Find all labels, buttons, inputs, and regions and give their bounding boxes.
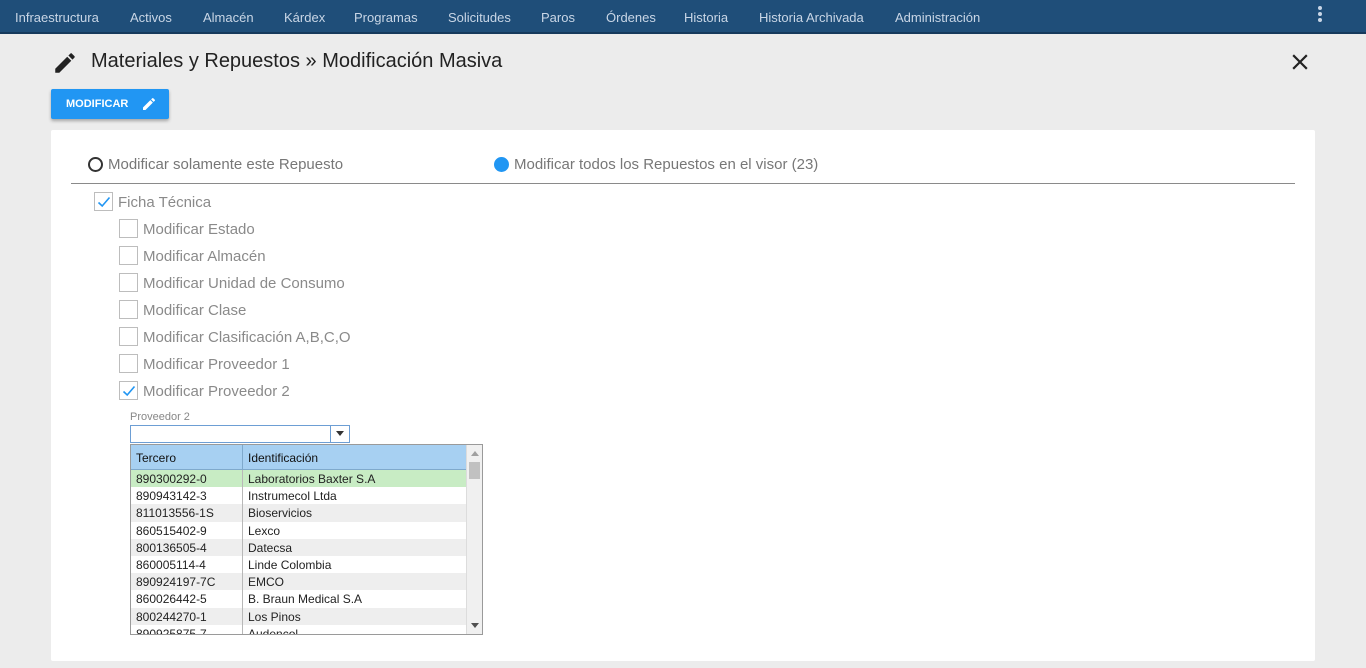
radio-modify-single-label: Modificar solamente este Repuesto [108,156,344,173]
cell-identificacion: B. Braun Medical S.A [248,592,363,607]
page-title: Materiales y Repuestos » Modificación Ma… [91,50,503,72]
checkbox-unchecked-icon [119,300,138,319]
nav-item-kardex[interactable]: Kárdex [284,0,325,34]
cell-tercero: 890943142-3 [136,489,207,504]
grid-row[interactable]: 860005114-4 Linde Colombia [131,555,466,574]
checkbox-unchecked-icon [119,246,138,265]
edit-pencil-icon [52,50,78,76]
radio-modify-all-label: Modificar todos los Repuestos en el viso… [514,156,819,173]
caret-down-icon [336,431,344,436]
checkbox-unchecked-icon [119,327,138,346]
nav-item-infraestructura[interactable]: Infraestructura [15,0,99,34]
checkbox-unchecked-icon [119,354,138,373]
close-icon[interactable] [1287,49,1313,75]
nav-item-ordenes[interactable]: Órdenes [606,0,656,34]
top-nav: Infraestructura Activos Almacén Kárdex P… [0,0,1366,34]
nav-item-solicitudes[interactable]: Solicitudes [448,0,511,34]
grid-row[interactable]: 860026442-5 B. Braun Medical S.A [131,590,466,608]
grid-row[interactable]: 890925875-7 Audencol [131,624,466,635]
dropdown-toggle[interactable] [330,426,349,442]
grid-rows: 890300292-0 Laboratorios Baxter S.A 89094… [131,470,466,635]
cell-tercero: 860515402-9 [136,523,207,538]
checkbox-checked-icon [119,381,138,400]
checkbox-label: Modificar Almacén [143,248,266,265]
grid-row[interactable]: 860515402-9 Lexco [131,521,466,539]
grid-row[interactable]: 890300292-0 Laboratorios Baxter S.A [131,470,466,488]
proveedor-2-input[interactable] [131,426,329,442]
radio-checked-icon [494,157,509,172]
cell-identificacion: EMCO [248,575,284,590]
cell-identificacion: Instrumecol Ltda [248,489,337,504]
cell-identificacion: Datecsa [248,540,293,555]
checkbox-label: Modificar Unidad de Consumo [143,275,345,292]
cell-identificacion: Linde Colombia [248,557,332,572]
scroll-down-arrow-icon[interactable] [471,623,479,628]
checkbox-label: Modificar Proveedor 2 [143,383,290,400]
checkbox-label: Modificar Estado [143,221,255,238]
divider [71,183,1295,184]
grid-row[interactable]: 890924197-7C EMCO [131,573,466,591]
checkbox-checked-icon [94,192,113,211]
checkbox-unchecked-icon [119,219,138,238]
nav-item-paros[interactable]: Paros [541,0,575,34]
checkbox-ficha-tecnica-label: Ficha Técnica [118,194,212,211]
nav-item-historia-archivada[interactable]: Historia Archivada [759,0,864,34]
grid-scrollbar[interactable] [466,445,482,634]
more-vert-icon[interactable] [1314,6,1326,26]
column-header-tercero[interactable]: Tercero [136,451,176,465]
nav-item-programas[interactable]: Programas [354,0,418,34]
grid-row[interactable]: 811013556-1S Bioservicios [131,504,466,522]
scroll-up-arrow-icon[interactable] [471,451,479,456]
cell-tercero: 860026442-5 [136,592,207,607]
edit-pencil-icon [141,96,157,112]
nav-item-activos[interactable]: Activos [130,0,172,34]
modify-button[interactable]: MODIFICAR [51,89,169,119]
cell-identificacion: Lexco [248,523,281,538]
cell-identificacion: Los Pinos [248,609,301,624]
checkbox-label: Modificar Clase [143,302,247,319]
cell-tercero: 800136505-4 [136,540,207,555]
cell-tercero: 890924197-7C [136,575,216,590]
modify-button-label: MODIFICAR [66,98,129,110]
checkbox-label: Modificar Clasificación A,B,C,O [143,329,351,346]
grid-row[interactable]: 890943142-3 Instrumecol Ltda [131,487,466,505]
checkbox-label: Modificar Proveedor 1 [143,356,290,373]
cell-tercero: 890925875-7 [136,626,207,635]
cell-identificacion: Bioservicios [248,506,313,521]
radio-unchecked-icon [88,157,103,172]
cell-tercero: 860005114-4 [136,557,206,572]
cell-tercero: 811013556-1S [136,506,214,521]
grid-row[interactable]: 800136505-4 Datecsa [131,538,466,556]
scrollbar-thumb[interactable] [469,462,480,479]
grid-header: Tercero Identificación [131,445,466,470]
checkbox-unchecked-icon [119,273,138,292]
grid-row[interactable]: 800244270-1 Los Pinos [131,607,466,625]
proveedor-2-label: Proveedor 2 [130,411,190,423]
proveedor-2-combobox [130,425,350,443]
nav-item-administracion[interactable]: Administración [895,0,980,34]
cell-identificacion: Audencol [248,626,299,635]
column-header-identificacion[interactable]: Identificación [248,451,318,465]
nav-item-historia[interactable]: Historia [684,0,728,34]
proveedor-dropdown-grid: Tercero Identificación 890300292-0 Labora… [130,444,483,635]
cell-tercero: 800244270-1 [136,609,207,624]
nav-item-almacen[interactable]: Almacén [203,0,254,34]
cell-tercero: 890300292-0 [136,472,207,486]
cell-identificacion: Laboratorios Baxter S.A [248,472,376,486]
